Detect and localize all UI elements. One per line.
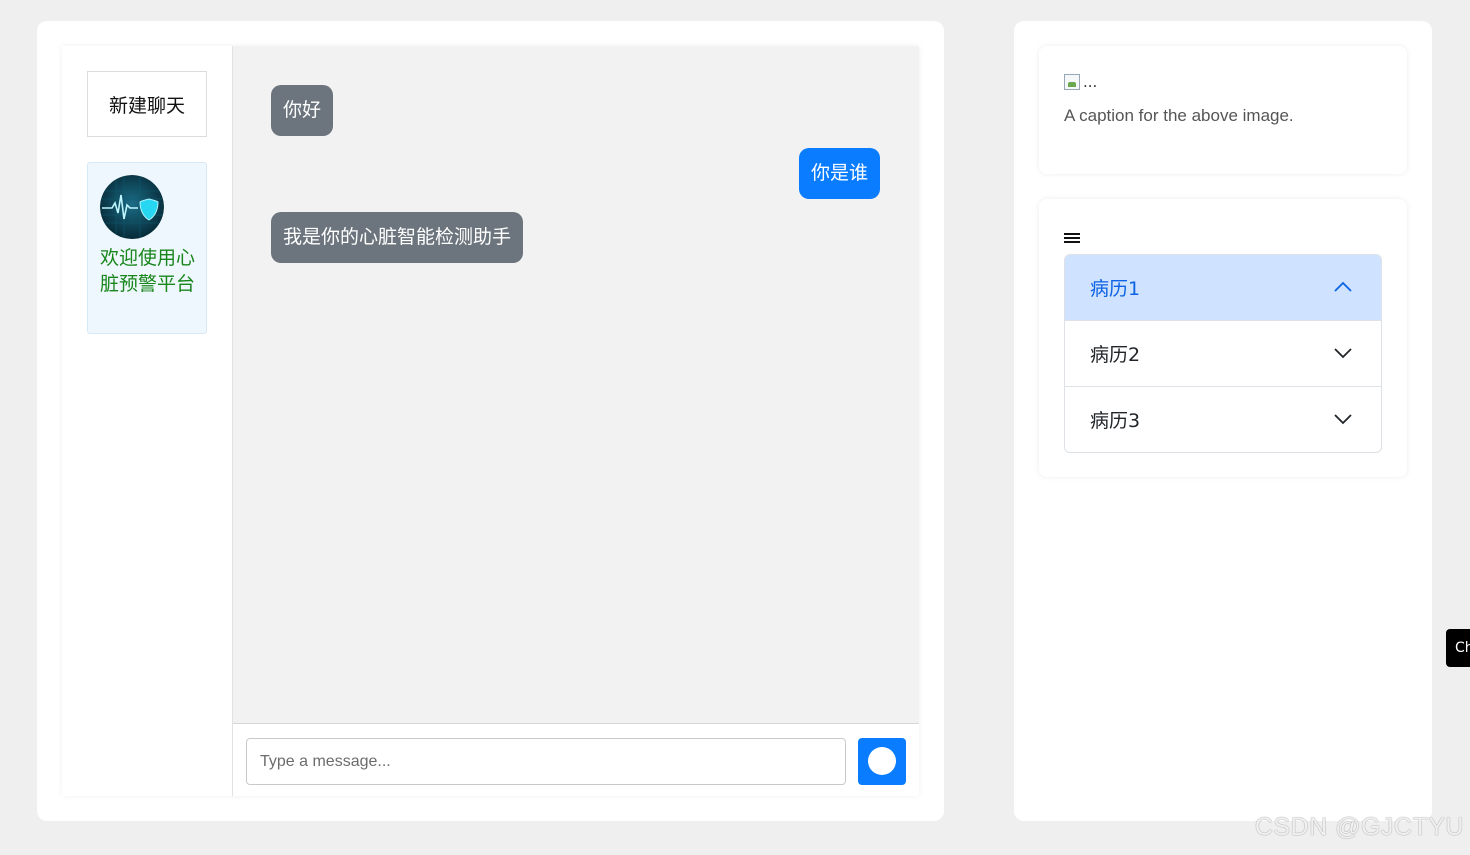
chat-app: 新建聊天 欢迎使用心脏预警平台 你好 你是谁 我是你的心脏智能检测助手 Type…: [62, 46, 919, 796]
image-alt-text: ...: [1083, 73, 1098, 91]
accordion-item-record-3[interactable]: 病历3: [1065, 387, 1381, 452]
message-bubble-bot: 我是你的心脏智能检测助手: [271, 212, 524, 263]
welcome-card: 欢迎使用心脏预警平台: [87, 162, 207, 334]
message-area: 你好 你是谁 我是你的心脏智能检测助手: [233, 46, 919, 723]
chevron-down-icon: [1334, 348, 1352, 359]
new-chat-button[interactable]: 新建聊天: [87, 71, 207, 137]
accordion-item-label: 病历2: [1090, 344, 1141, 366]
message-bubble-user: 你是谁: [798, 148, 880, 199]
chevron-down-icon: [1334, 414, 1352, 425]
broken-image: ...: [1064, 73, 1097, 91]
accordion-item-label: 病历1: [1090, 278, 1141, 300]
records-accordion: 病历1 病历2 病历3: [1064, 254, 1382, 453]
image-caption: A caption for the above image.: [1064, 106, 1294, 125]
side-panel: ... A caption for the above image. 病历1 病…: [1014, 21, 1432, 821]
send-circle-icon: [868, 747, 896, 775]
chat-input-bar: [233, 723, 919, 796]
message-input[interactable]: [246, 738, 846, 785]
message-bubble-bot: 你好: [271, 85, 334, 136]
accordion-item-record-2[interactable]: 病历2: [1065, 321, 1381, 387]
records-card: 病历1 病历2 病历3: [1039, 199, 1407, 477]
hamburger-menu-icon[interactable]: [1064, 233, 1080, 243]
chat-panel: 新建聊天 欢迎使用心脏预警平台 你好 你是谁 我是你的心脏智能检测助手 Type…: [37, 21, 944, 821]
broken-image-icon: [1064, 74, 1080, 90]
send-button[interactable]: [858, 738, 906, 785]
image-card: ... A caption for the above image.: [1039, 46, 1407, 174]
accordion-item-label: 病历3: [1090, 410, 1141, 432]
chat-sidebar: 新建聊天 欢迎使用心脏预警平台: [62, 46, 233, 796]
welcome-text: 欢迎使用心脏预警平台: [100, 247, 196, 295]
chevron-up-icon: [1334, 281, 1352, 292]
watermark: CSDN @GJCTYU: [1254, 813, 1464, 841]
heart-monitor-icon: [100, 175, 164, 239]
floating-tab[interactable]: Ch: [1446, 629, 1470, 667]
accordion-item-record-1[interactable]: 病历1: [1065, 255, 1381, 321]
